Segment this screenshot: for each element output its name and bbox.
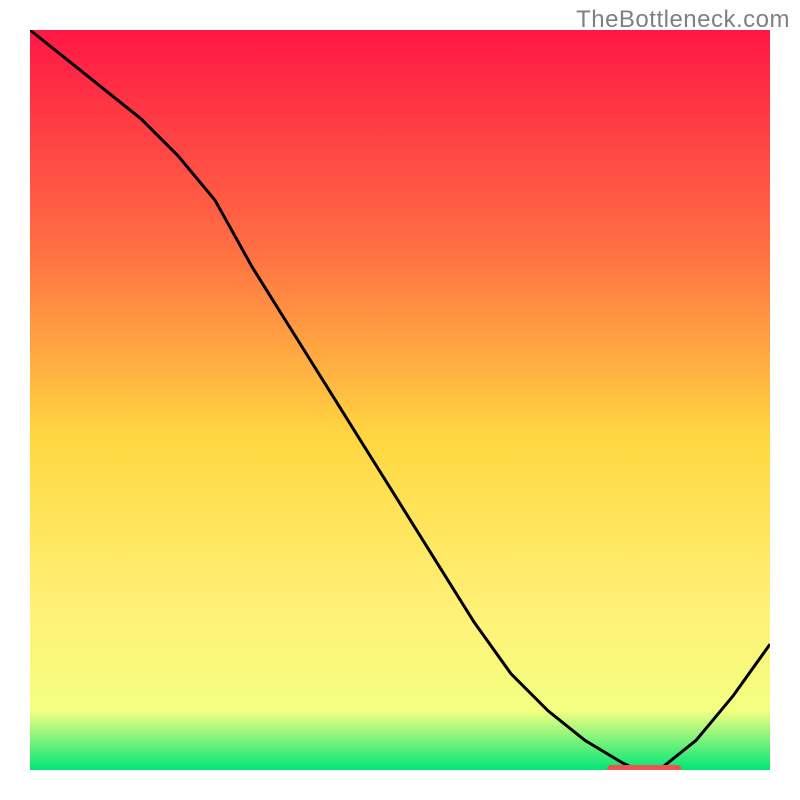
bottleneck-chart — [0, 0, 800, 800]
watermark-text: TheBottleneck.com — [576, 6, 790, 34]
frame-right — [770, 0, 800, 800]
gradient-background — [30, 30, 770, 770]
chart-container: TheBottleneck.com — [0, 0, 800, 800]
frame-bottom — [0, 770, 800, 800]
frame-left — [0, 0, 30, 800]
